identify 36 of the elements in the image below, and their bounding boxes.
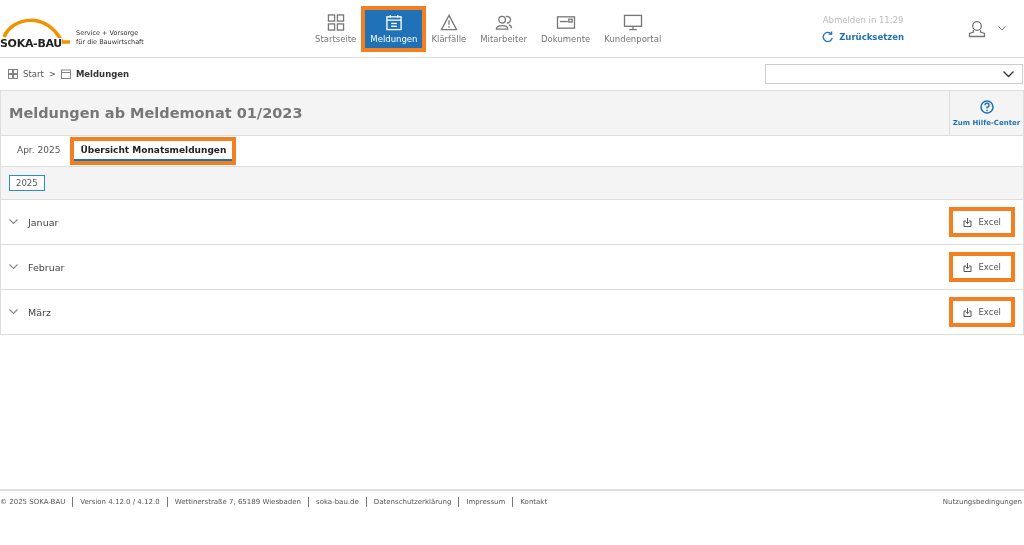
download-icon <box>963 217 973 227</box>
help-icon <box>979 99 994 114</box>
nav-item[interactable]: Startseite <box>310 9 362 48</box>
refresh-icon <box>822 31 834 42</box>
nav-item[interactable]: Dokumente <box>536 9 596 48</box>
reset-button[interactable]: Zurücksetzen <box>822 31 904 42</box>
month-label: März <box>28 306 51 318</box>
month-label: Januar <box>28 216 59 228</box>
monitor-icon <box>622 13 643 31</box>
breadcrumb-current: Meldungen <box>75 69 130 79</box>
calendar-icon <box>60 69 71 79</box>
nav-item[interactable]: Kundenportal <box>599 9 667 48</box>
grid-icon <box>326 13 345 31</box>
tab[interactable]: Apr. 2025 <box>11 141 67 161</box>
people-icon <box>494 13 513 31</box>
month-label: Februar <box>28 261 65 273</box>
user-icon[interactable] <box>968 19 986 38</box>
chevron-down-icon[interactable] <box>9 219 18 225</box>
download-icon <box>963 262 973 272</box>
logo-text: SOKA-BAU <box>0 37 62 50</box>
chevron-down-icon[interactable] <box>998 26 1006 31</box>
chevron-down-icon <box>1003 70 1014 78</box>
breadcrumb-link[interactable]: Start <box>23 69 44 79</box>
select-field[interactable] <box>765 64 1023 84</box>
download-icon <box>963 307 973 317</box>
nav-item[interactable]: Mitarbeiter <box>475 9 533 48</box>
warning-icon <box>439 13 458 31</box>
nav-item[interactable]: Klärfälle <box>426 9 472 48</box>
year-filter[interactable]: 2025 <box>9 175 45 191</box>
document-icon <box>555 13 576 31</box>
grid-icon <box>8 69 18 79</box>
chevron-down-icon[interactable] <box>9 309 18 315</box>
chevron-down-icon[interactable] <box>9 264 18 270</box>
calendar-icon <box>384 13 403 31</box>
breadcrumb-separator: > <box>48 69 56 79</box>
page-title: Meldungen ab Meldemonat 01/2023 <box>9 105 303 121</box>
